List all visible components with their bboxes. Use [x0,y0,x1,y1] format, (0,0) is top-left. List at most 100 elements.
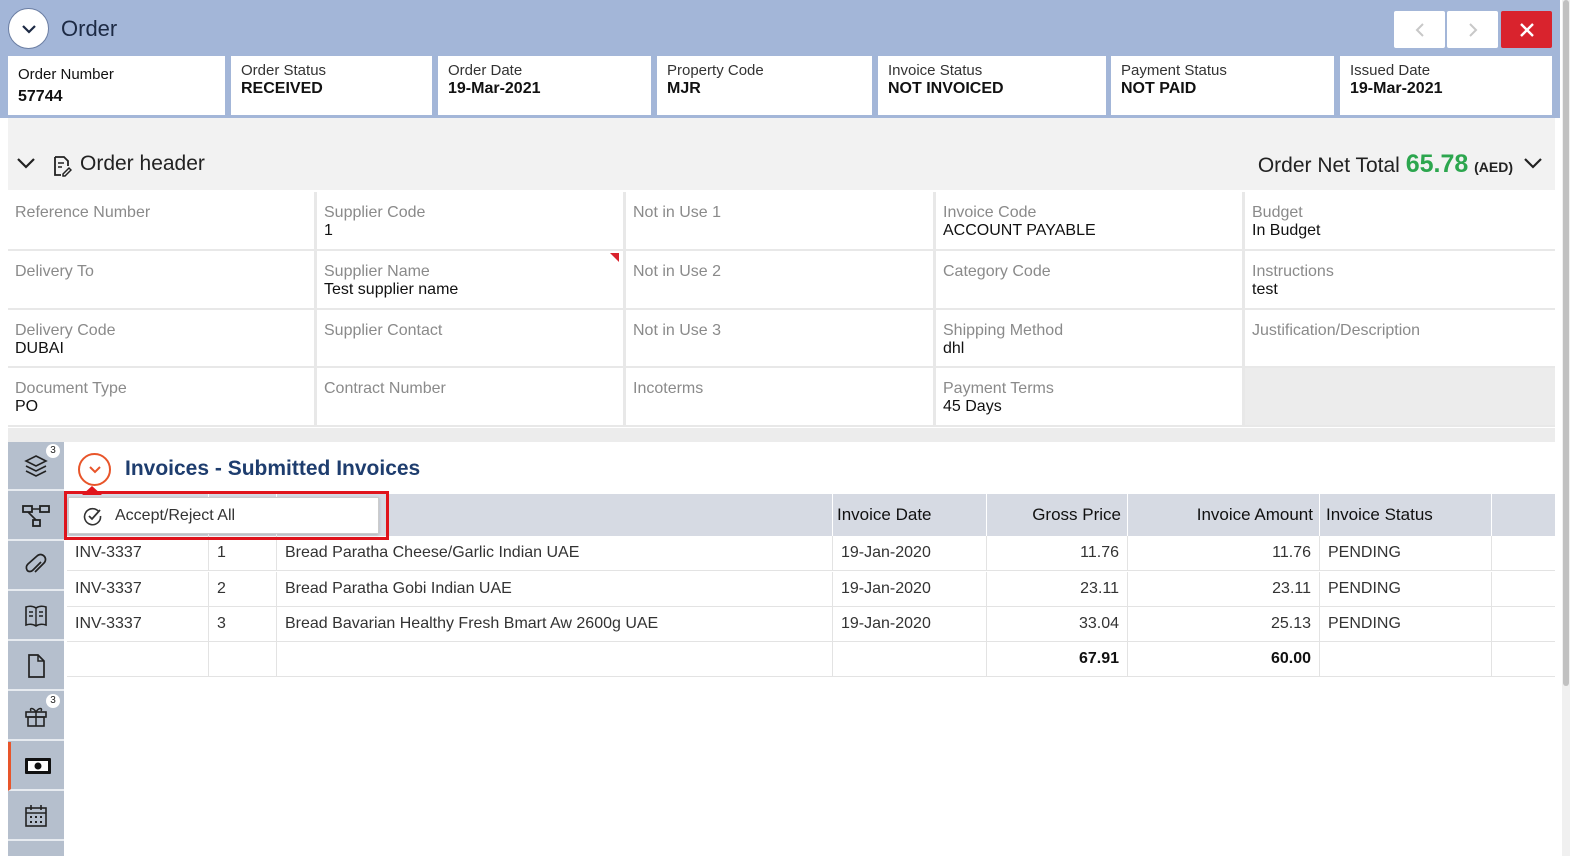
close-button[interactable] [1501,11,1552,48]
order-header-title: Order header [80,152,205,175]
field-document-type[interactable]: Document Type PO [8,368,314,425]
field-invoice-code[interactable]: Invoice Code ACCOUNT PAYABLE [936,192,1242,249]
rail-item-layers[interactable]: 3 [8,442,64,491]
total-invoice-amount: 60.00 [1128,642,1320,676]
cell-status: PENDING [1320,607,1492,641]
paperclip-icon [25,553,47,573]
cell-empty [1320,642,1492,676]
window-title: Order [61,16,118,41]
field-delivery-code[interactable]: Delivery Code DUBAI [8,310,314,366]
chevron-down-icon[interactable] [1523,156,1543,170]
field-delivery-to[interactable]: Delivery To [8,251,314,308]
comment-flag-icon[interactable] [610,253,619,262]
field-supplier-name[interactable]: Supplier Name Test supplier name [317,251,623,308]
cell-invoice: INV-3337 [67,536,209,570]
cell-amount: 11.76 [1128,536,1320,570]
cell-gross: 33.04 [987,607,1128,641]
collapse-toggle-button[interactable] [8,8,49,49]
order-header-fields: Reference Number Supplier Code 1 Not in U… [8,192,1555,427]
cell-item: Bread Paratha Cheese/Garlic Indian UAE [277,536,833,570]
cell-extra [1492,536,1555,570]
net-total-currency: (AED) [1474,159,1513,175]
field-not-in-use-2[interactable]: Not in Use 2 [626,251,933,308]
calendar-icon [25,804,47,827]
field-budget[interactable]: Budget In Budget [1245,192,1555,249]
table-totals-row: 67.91 60.00 [67,642,1555,677]
section-divider [8,118,1555,140]
layers-icon [24,454,48,477]
net-total-amount: 65.78 [1405,150,1469,178]
gifts-badge: 3 [46,694,60,708]
layers-badge: 3 [46,444,60,458]
field-justification-description[interactable]: Justification/Description [1245,310,1555,366]
cell-empty [67,642,209,676]
gift-icon [25,707,47,727]
table-row[interactable]: INV-3337 1 Bread Paratha Cheese/Garlic I… [67,536,1555,571]
order-header-bar[interactable]: Order header Order Net Total 65.78 (AED) [8,140,1555,190]
scrollbar-thumb[interactable] [1563,0,1569,686]
chevron-down-icon[interactable] [16,156,36,170]
rail-item-documents[interactable] [8,642,64,691]
cell-line: 1 [209,536,277,570]
field-contract-number[interactable]: Contract Number [317,368,623,425]
side-rail: 3 3 [8,442,64,856]
summary-order-date: Order Date 19-Mar-2021 [438,56,651,115]
book-icon [25,605,47,627]
field-instructions[interactable]: Instructions test [1245,251,1555,308]
field-empty [1245,368,1555,425]
chevron-down-icon [21,24,36,34]
field-supplier-code[interactable]: Supplier Code 1 [317,192,623,249]
cell-item: Bread Bavarian Healthy Fresh Bmart Aw 26… [277,607,833,641]
column-header-invoice-date[interactable]: Invoice Date [833,494,987,536]
field-category-code[interactable]: Category Code [936,251,1242,308]
table-row[interactable]: INV-3337 2 Bread Paratha Gobi Indian UAE… [67,572,1555,607]
field-not-in-use-3[interactable]: Not in Use 3 [626,310,933,366]
cell-invoice: INV-3337 [67,607,209,641]
section-divider [8,428,1555,442]
cell-date: 19-Jan-2020 [833,536,987,570]
rail-item-gifts[interactable]: 3 [8,692,64,741]
column-header-extra [1492,494,1555,536]
field-incoterms[interactable]: Incoterms [626,368,933,425]
column-header-invoice-amount[interactable]: Invoice Amount [1128,494,1320,536]
cell-empty [833,642,987,676]
cell-status: PENDING [1320,536,1492,570]
cell-invoice: INV-3337 [67,572,209,606]
rail-item-attachments[interactable] [8,542,64,591]
table-row[interactable]: INV-3337 3 Bread Bavarian Healthy Fresh … [67,607,1555,642]
cell-empty [277,642,833,676]
field-reference-number[interactable]: Reference Number [8,192,314,249]
accept-reject-all-button[interactable]: Accept/Reject All [68,497,379,534]
column-header-invoice-status[interactable]: Invoice Status [1320,494,1492,536]
cell-item: Bread Paratha Gobi Indian UAE [277,572,833,606]
page-scrollbar[interactable] [1562,0,1570,856]
summary-issued-date: Issued Date 19-Mar-2021 [1340,56,1552,115]
chevron-right-icon [1468,22,1477,37]
cell-line: 2 [209,572,277,606]
previous-button[interactable] [1394,11,1445,48]
hierarchy-icon [22,504,50,527]
rail-item-catalog[interactable] [8,592,64,641]
field-not-in-use-1[interactable]: Not in Use 1 [626,192,933,249]
rail-item-calendar[interactable] [8,792,64,841]
order-title-bar: Order Order Number 57744 Order Status RE… [0,0,1560,118]
field-payment-terms[interactable]: Payment Terms 45 Days [936,368,1242,425]
next-button[interactable] [1447,11,1498,48]
rail-item-invoices[interactable] [8,742,64,791]
rail-item-hierarchy[interactable] [8,492,64,541]
cell-extra [1492,607,1555,641]
check-circle-icon [83,507,102,525]
cell-date: 19-Jan-2020 [833,607,987,641]
cell-amount: 25.13 [1128,607,1320,641]
field-shipping-method[interactable]: Shipping Method dhl [936,310,1242,366]
summary-order-number: Order Number 57744 [8,56,225,115]
invoices-collapse-toggle[interactable] [78,453,111,486]
column-header-gross-price[interactable]: Gross Price [987,494,1128,536]
edit-document-icon [54,156,72,177]
cell-status: PENDING [1320,572,1492,606]
cell-gross: 11.76 [987,536,1128,570]
field-supplier-contact[interactable]: Supplier Contact [317,310,623,366]
summary-payment-status: Payment Status NOT PAID [1111,56,1334,115]
invoices-section-title: Invoices - Submitted Invoices [125,457,421,480]
cell-amount: 23.11 [1128,572,1320,606]
